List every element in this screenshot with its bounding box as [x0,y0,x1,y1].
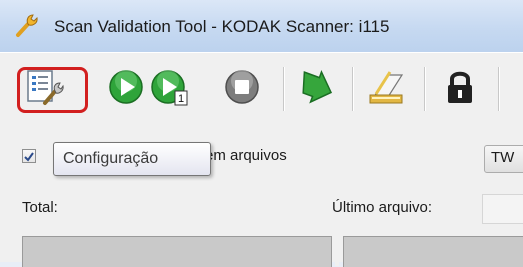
toolbar-separator [424,67,426,111]
tooltip-text: Configuração [63,150,159,167]
driver-select[interactable]: TW [484,145,523,173]
last-file-field [482,194,523,224]
image-panel-rear [343,236,523,267]
svg-text:1: 1 [178,93,184,105]
toolbar: 1 [0,52,523,137]
total-label: Total: [22,199,58,216]
window-title: Scan Validation Tool - KODAK Scanner: i1… [54,17,390,36]
scan-document-icon[interactable] [366,67,406,107]
save-files-label: em arquivos [205,147,287,164]
driver-select-value: TW [491,149,515,166]
lock-icon[interactable] [440,67,480,107]
toolbar-separator [352,67,354,111]
main-content: em arquivos Configuração TW Total: Últim… [0,136,523,267]
scan-one-page-icon[interactable]: 1 [150,67,190,107]
checkmark-icon [24,152,34,162]
toolbar-separator [283,67,285,111]
image-panel-front [22,236,332,267]
transfer-arrow-icon[interactable] [296,67,336,107]
tooltip: Configuração [53,142,211,176]
wrench-icon [16,14,38,37]
configuration-icon[interactable] [24,67,64,107]
last-file-label: Último arquivo: [332,199,433,216]
save-files-checkbox[interactable] [22,149,36,163]
title-bar: Scan Validation Tool - KODAK Scanner: i1… [0,0,523,52]
start-scan-icon[interactable] [106,67,146,107]
toolbar-separator [498,67,500,111]
stop-icon[interactable] [222,67,262,107]
